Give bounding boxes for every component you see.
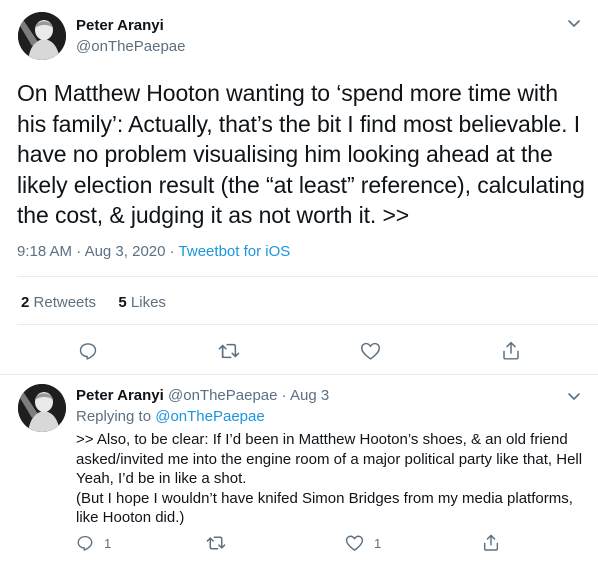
- tweet-text: On Matthew Hooton wanting to ‘spend more…: [17, 80, 585, 228]
- divider: [17, 276, 598, 277]
- share-button[interactable]: [482, 533, 500, 552]
- author-handle[interactable]: @onThePaepae: [76, 38, 185, 55]
- chevron-down-icon[interactable]: [567, 389, 581, 408]
- retweets-label: Retweets: [33, 294, 97, 311]
- tweet-date[interactable]: Aug 3, 2020: [85, 243, 166, 260]
- reply-icon: [78, 341, 98, 361]
- reply-date[interactable]: Aug 3: [290, 387, 329, 404]
- avatar[interactable]: [18, 12, 66, 60]
- author-name[interactable]: Peter Aranyi: [76, 17, 164, 34]
- like-count: 1: [374, 535, 382, 551]
- share-button[interactable]: [501, 340, 521, 361]
- divider: [17, 324, 598, 325]
- like-button[interactable]: [360, 341, 381, 361]
- reply-button[interactable]: [78, 341, 98, 361]
- replying-handle[interactable]: @onThePaepae: [155, 408, 264, 425]
- tweet-time[interactable]: 9:18 AM: [17, 243, 72, 260]
- header-separator: ·: [281, 387, 287, 404]
- reply-button[interactable]: 1: [76, 534, 111, 552]
- meta-separator: ·: [76, 243, 82, 260]
- heart-icon: [360, 341, 381, 361]
- reply-icon: [76, 534, 94, 552]
- reply-author-name[interactable]: Peter Aranyi: [76, 387, 164, 404]
- chevron-down-icon[interactable]: [567, 16, 581, 35]
- reply-text: >> Also, to be clear: If I’d been in Mat…: [76, 430, 596, 528]
- share-icon: [482, 533, 500, 552]
- retweet-icon: [206, 534, 226, 552]
- replying-label: Replying to: [76, 408, 152, 425]
- reply-count: 1: [104, 535, 112, 551]
- reply-author-handle[interactable]: @onThePaepae: [168, 387, 277, 404]
- retweet-icon: [218, 341, 240, 361]
- divider: [0, 374, 598, 375]
- reply-paragraph: >> Also, to be clear: If I’d been in Mat…: [76, 431, 583, 487]
- tweet-meta: 9:18 AM · Aug 3, 2020 · Tweetbot for iOS: [17, 243, 290, 260]
- retweet-button[interactable]: [218, 341, 240, 361]
- like-button[interactable]: 1: [345, 534, 381, 552]
- avatar[interactable]: [18, 384, 66, 432]
- heart-icon: [345, 534, 364, 552]
- replying-to: Replying to @onThePaepae: [76, 408, 265, 425]
- likes-count: 5: [118, 294, 127, 311]
- reply-paragraph: (But I hope I wouldn’t have knifed Simon…: [76, 489, 573, 527]
- meta-separator: ·: [169, 243, 175, 260]
- retweets-count: 2: [21, 294, 30, 311]
- retweets-stat[interactable]: 2 Retweets: [21, 294, 100, 311]
- likes-label: Likes: [130, 294, 166, 311]
- likes-stat[interactable]: 5 Likes: [118, 294, 166, 311]
- share-icon: [501, 340, 521, 361]
- tweet-source[interactable]: Tweetbot for iOS: [179, 243, 291, 260]
- reply-header: Peter Aranyi @onThePaepae · Aug 3: [76, 387, 329, 404]
- retweet-button[interactable]: [206, 534, 226, 552]
- tweet-stats: 2 Retweets 5 Likes: [21, 294, 166, 311]
